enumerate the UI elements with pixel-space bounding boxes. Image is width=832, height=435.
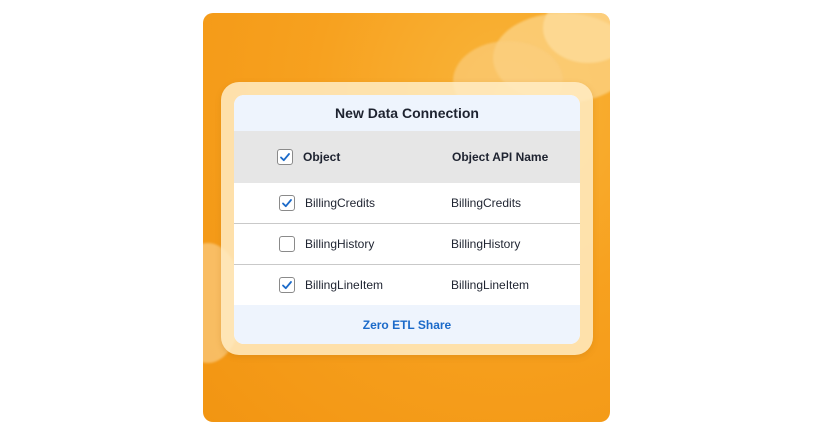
checkmark-icon	[280, 153, 290, 162]
zero-etl-share-link[interactable]: Zero ETL Share	[234, 305, 580, 344]
table-row: BillingHistory BillingHistory	[234, 224, 580, 265]
object-name-cell: BillingLineItem	[305, 278, 384, 292]
object-name-cell: BillingCredits	[305, 196, 376, 210]
select-all-checkbox[interactable]	[277, 149, 293, 165]
new-data-connection-dialog: New Data Connection Object Object API Na…	[234, 95, 580, 344]
dialog-title: New Data Connection	[234, 95, 580, 131]
stage: New Data Connection Object Object API Na…	[0, 0, 832, 435]
row-checkbox[interactable]	[279, 195, 295, 211]
row-checkbox[interactable]	[279, 277, 295, 293]
checkmark-icon	[282, 199, 292, 208]
column-header-object: Object	[303, 150, 341, 164]
api-name-cell: BillingCredits	[451, 196, 522, 210]
object-name-cell: BillingHistory	[305, 237, 375, 251]
table-row: BillingLineItem BillingLineItem	[234, 265, 580, 305]
api-name-cell: BillingLineItem	[451, 278, 530, 292]
checkmark-icon	[282, 281, 292, 290]
table-row: BillingCredits BillingCredits	[234, 183, 580, 224]
column-header-api-name: Object API Name	[452, 150, 549, 164]
api-name-cell: BillingHistory	[451, 237, 521, 251]
row-checkbox[interactable]	[279, 236, 295, 252]
table-header-row: Object Object API Name	[234, 131, 580, 183]
